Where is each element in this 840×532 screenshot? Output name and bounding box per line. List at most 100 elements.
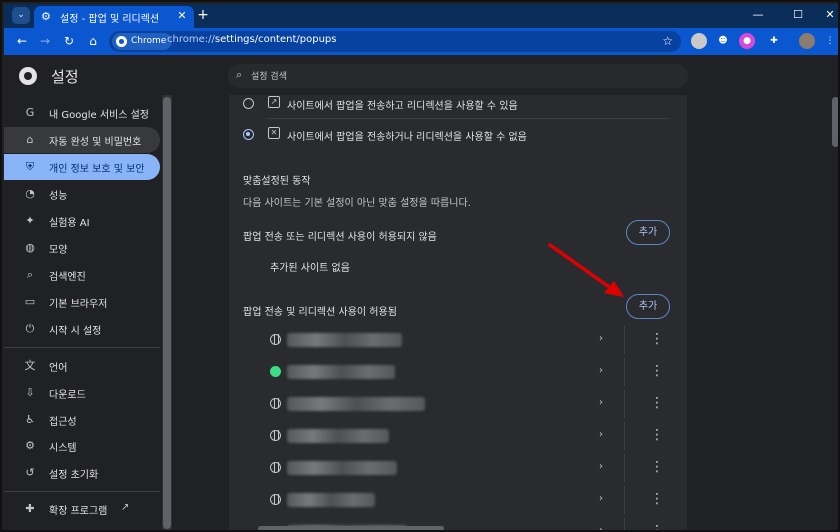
chip-label: Chrome [131, 36, 167, 46]
sidebar-scrollbar[interactable] [162, 95, 172, 530]
blurred-site-name [287, 365, 395, 379]
bookmark-star-icon[interactable]: ☆ [662, 33, 673, 50]
list-item[interactable]: › ⋮ [229, 356, 687, 388]
settings-search-input[interactable]: ⌕ 설정 검색 [228, 64, 688, 88]
list-item[interactable]: › ⋮ [229, 484, 687, 516]
row-separator [624, 326, 625, 354]
speedometer-icon: ◔ [25, 187, 35, 200]
accessibility-icon: ♿ [25, 413, 35, 426]
list-item[interactable]: › ⋮ [229, 388, 687, 420]
list-item[interactable]: › ⋮ [229, 420, 687, 452]
wrench-icon: ⚙ [25, 439, 35, 452]
sidebar-item-downloads[interactable]: ⇩ 다운로드 [4, 380, 160, 406]
close-icon[interactable]: ✕ [175, 9, 189, 23]
sidebar-item-experimental-ai[interactable]: ✦ 실험용 AI [4, 208, 160, 234]
add-blocked-button[interactable]: 추가 [626, 220, 670, 245]
back-button[interactable]: ← [14, 33, 30, 49]
radio-allow[interactable] [243, 98, 254, 109]
home-button[interactable]: ⌂ [85, 33, 101, 49]
browser-toolbar: ← → ↻ ⌂ Chrome chrome://settings/content… [4, 28, 838, 55]
horizontal-scrollbar-thumb[interactable] [258, 526, 444, 530]
more-actions-icon[interactable]: ⋮ [650, 492, 664, 508]
sidebar-item-reset[interactable]: ↺ 설정 초기화 [4, 460, 160, 486]
more-actions-icon[interactable]: ⋮ [650, 332, 664, 348]
chevron-right-icon[interactable]: › [599, 460, 603, 474]
sidebar-item-languages[interactable]: 文 언어 [4, 353, 160, 379]
sidebar-item-on-startup[interactable]: ⏻ 시작 시 설정 [4, 316, 160, 342]
sidebar-item-google[interactable]: G 내 Google 서비스 설정 [4, 100, 160, 126]
horizontal-scrollbar[interactable] [4, 526, 838, 530]
sidebar-item-system[interactable]: ⚙ 시스템 [4, 433, 160, 459]
chevron-right-icon[interactable]: › [599, 396, 603, 410]
reload-button[interactable]: ↻ [61, 33, 77, 49]
add-allowed-button[interactable]: 추가 [626, 294, 670, 319]
sidebar-item-label: 개인 정보 보호 및 보안 [49, 164, 145, 175]
url-text: chrome://settings/content/popups [167, 34, 336, 45]
palette-icon: ◍ [25, 241, 35, 254]
puzzle-icon[interactable]: ✚ [766, 33, 782, 49]
list-item[interactable]: › ⋮ [229, 324, 687, 356]
blurred-site-name [287, 397, 425, 411]
external-link-icon: ↗ [121, 502, 130, 513]
tab-search-icon[interactable]: ⌄ [12, 7, 30, 24]
power-icon: ⏻ [25, 322, 35, 335]
new-tab-button[interactable]: + [195, 7, 211, 23]
option-allow-row[interactable]: ↗ 사이트에서 팝업을 전송하고 리디렉션을 사용할 수 있음 [229, 89, 687, 119]
chevron-right-icon[interactable]: › [599, 364, 603, 378]
address-bar[interactable]: Chrome chrome://settings/content/popups … [109, 31, 681, 52]
allowed-section-label: 팝업 전송 및 리디렉션 사용이 허용됨 [243, 307, 397, 318]
sidebar-item-search-engine[interactable]: ⌕ 검색엔진 [4, 262, 160, 288]
minimize-button[interactable]: — [748, 7, 768, 23]
chevron-right-icon[interactable]: › [599, 332, 603, 346]
shield-icon: ⛨ [25, 160, 35, 173]
blurred-site-name [287, 333, 402, 347]
row-separator [624, 422, 625, 450]
page-title: 설정 [51, 68, 79, 86]
option-block-row[interactable]: ✕ 사이트에서 팝업을 전송하거나 리디렉션을 사용할 수 없음 [229, 120, 687, 150]
url-prefix: chrome:// [167, 34, 215, 45]
chevron-right-icon[interactable]: › [599, 492, 603, 506]
maximize-button[interactable]: ☐ [788, 7, 808, 23]
chevron-right-icon[interactable]: › [599, 428, 603, 442]
sidebar-item-performance[interactable]: ◔ 성능 [4, 181, 160, 207]
row-separator [624, 454, 625, 482]
sidebar-item-appearance[interactable]: ◍ 모양 [4, 235, 160, 261]
extension-icon[interactable] [691, 33, 707, 49]
more-actions-icon[interactable]: ⋮ [650, 396, 664, 412]
active-tab[interactable]: ⚙ 설정 - 팝업 및 리디렉션 ✕ [34, 6, 194, 28]
pink-extension-icon[interactable]: ● [739, 33, 755, 49]
more-actions-icon[interactable]: ⋮ [650, 364, 664, 380]
page-scrollbar-thumb[interactable] [832, 97, 838, 147]
avatar[interactable] [799, 33, 815, 49]
chrome-icon [116, 36, 127, 47]
sidebar-item-label: 모양 [49, 245, 68, 256]
blurred-site-name [287, 493, 375, 507]
page-scrollbar[interactable] [830, 95, 838, 530]
more-actions-icon[interactable]: ⋮ [650, 460, 664, 476]
forward-button[interactable]: → [37, 33, 53, 49]
search-icon: ⌕ [236, 68, 243, 81]
popup-icon: ↗ [268, 96, 280, 108]
chrome-logo-icon [19, 67, 37, 85]
chrome-chip[interactable]: Chrome [112, 33, 173, 50]
sidebar-item-extensions[interactable]: ✚ 확장 프로그램 ↗ [4, 496, 160, 522]
window-close-button[interactable]: ✕ [820, 7, 838, 23]
option-allow-label: 사이트에서 팝업을 전송하고 리디렉션을 사용할 수 있음 [287, 101, 518, 112]
more-actions-icon[interactable]: ⋮ [650, 428, 664, 444]
menu-icon[interactable]: ⋮ [822, 33, 838, 49]
sidebar-item-label: 성능 [49, 191, 68, 202]
list-item[interactable]: › ⋮ [229, 452, 687, 484]
browser-window: ⌄ ⚙ 설정 - 팝업 및 리디렉션 ✕ + — ☐ ✕ ← → ↻ ⌂ Chr… [0, 0, 840, 532]
ghost-extension-icon[interactable]: ☻ [715, 33, 731, 49]
sidebar-item-default-browser[interactable]: ▭ 기본 브라우저 [4, 289, 160, 315]
sidebar-item-autofill[interactable]: ⌂ 자동 완성 및 비밀번호 [4, 127, 160, 153]
puzzle-icon: ✚ [25, 502, 35, 515]
sidebar-scrollbar-thumb[interactable] [163, 97, 171, 529]
sidebar-item-label: 기본 브라우저 [49, 299, 108, 310]
sidebar-item-accessibility[interactable]: ♿ 접근성 [4, 407, 160, 433]
radio-block[interactable] [243, 129, 254, 140]
key-icon: ⌂ [26, 133, 34, 146]
sidebar-item-privacy[interactable]: ⛨ 개인 정보 보호 및 보안 [4, 154, 160, 180]
blurred-site-name [287, 461, 397, 475]
sidebar-item-label: 설정 초기화 [49, 470, 99, 481]
